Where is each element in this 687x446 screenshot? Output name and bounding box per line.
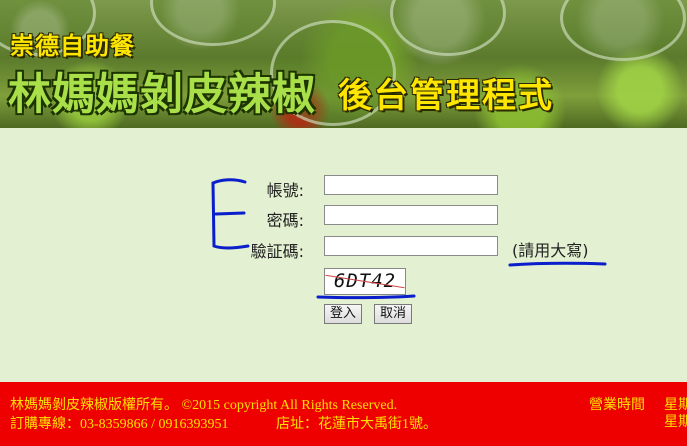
footer: 林媽媽剝皮辣椒版權所有。 ©2015 copyright All Rights … xyxy=(0,382,687,446)
jar-decoration xyxy=(560,0,686,61)
jar-decoration xyxy=(390,0,506,56)
footer-copyright: 林媽媽剝皮辣椒版權所有。 ©2015 copyright All Rights … xyxy=(10,398,398,413)
footer-week-2: 星期 xyxy=(664,415,687,430)
footer-order-line: 訂購專線：03-8359866 / 0916393951 xyxy=(10,417,229,432)
brand-title: 林媽媽剝皮辣椒 xyxy=(8,70,316,120)
admin-title: 後台管理程式 xyxy=(338,76,554,116)
login-panel: 帳號: 密碼: 驗証碼: (請用大寫) 6DT42 登入 取消 xyxy=(0,128,687,382)
header-banner: 崇德自助餐 林媽媽剝皮辣椒 後台管理程式 xyxy=(0,0,687,128)
hint-underline-annotation xyxy=(508,261,607,267)
annotation-marks xyxy=(211,178,607,300)
captcha-underline-annotation xyxy=(316,294,416,300)
jar-decoration xyxy=(150,0,276,46)
brand-subtitle: 崇德自助餐 xyxy=(10,32,135,60)
footer-address: 店址：花蓮市大禹街1號。 xyxy=(276,417,437,432)
bracket-tick-annotation xyxy=(214,211,246,216)
footer-hours-label: 營業時間 xyxy=(589,398,645,413)
